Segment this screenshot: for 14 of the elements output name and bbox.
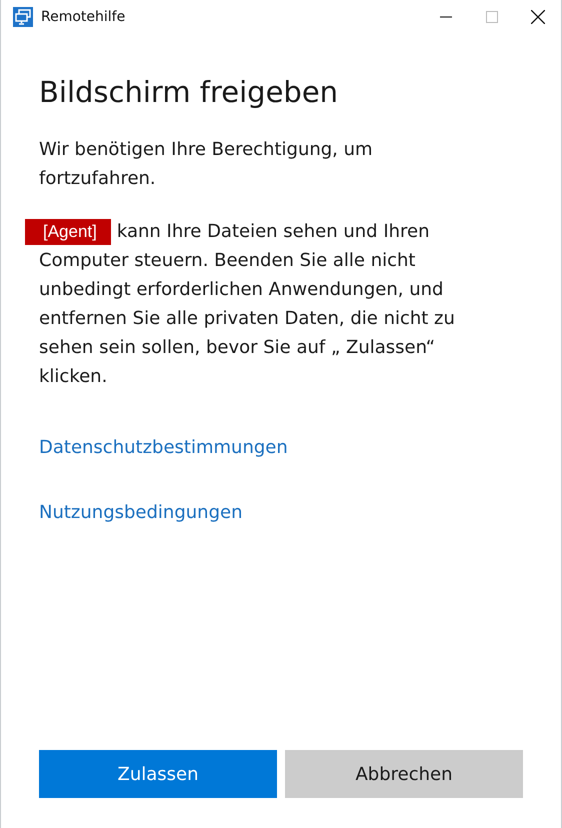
intro-text: Wir benötigen Ihre Berechtigung, um fortzufahren. xyxy=(39,138,374,191)
consent-text: kann Ihre Dateien sehen und Ihren xyxy=(116,220,430,244)
policy-link[interactable]: Nutzungsbedingungen xyxy=(39,502,242,523)
consent-text: Computer steuern. Beenden Sie alle nicht unbedingt erforderlichen Anwendungen, und entfernen Sie alle privaten Daten, die nicht zu sehen sein sollen, bevor Sie auf „ Zulassen“ klicken. xyxy=(39,249,456,389)
minimize-icon xyxy=(440,16,452,18)
close-icon xyxy=(531,10,545,24)
agent-tag: [Agent] xyxy=(25,218,111,244)
allow-button[interactable]: Zulassen xyxy=(39,750,277,798)
remote-desktop-icon xyxy=(13,6,33,26)
cancel-button[interactable]: Abbrechen xyxy=(285,750,523,798)
heading: Bildschirm freigeben xyxy=(39,75,340,109)
policy-link[interactable]: Datenschutzbestimmungen xyxy=(39,437,288,458)
window-title: Remotehilfe xyxy=(41,8,126,24)
maximize-icon xyxy=(486,10,498,22)
